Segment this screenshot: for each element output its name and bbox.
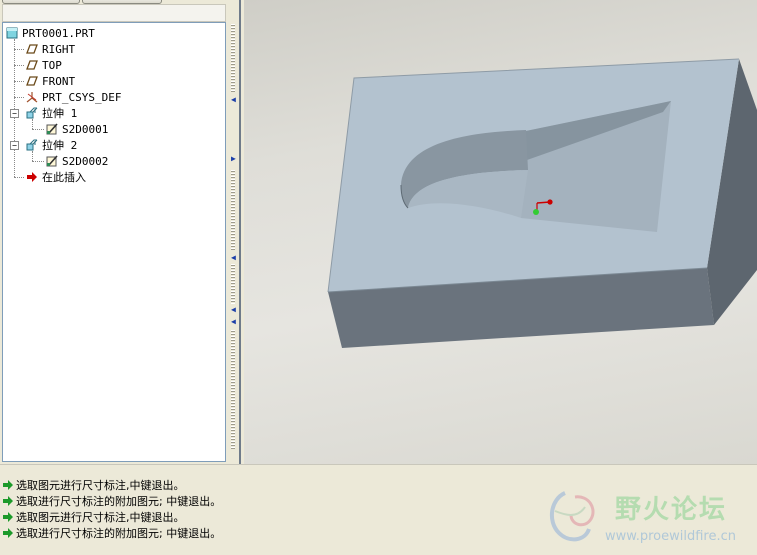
sketch-icon xyxy=(46,123,58,135)
tree-item-label: 拉伸 1 xyxy=(42,107,78,120)
watermark: 野火论坛 www.proewildfire.cn xyxy=(545,485,755,551)
message-arrow-icon xyxy=(3,480,13,490)
tree-item-label: FRONT xyxy=(42,74,76,88)
tree-item-sketch-1[interactable]: S2D0001 xyxy=(46,121,108,137)
extrude-icon xyxy=(26,139,38,151)
message-arrow-icon xyxy=(3,528,13,538)
tree-item-csys[interactable]: PRT_CSYS_DEF xyxy=(26,89,121,105)
expand-right-arrow-icon[interactable]: ▶ xyxy=(231,155,237,163)
extrude-icon xyxy=(26,107,38,119)
tree-item-label: S2D0002 xyxy=(62,154,109,168)
message-line: 选取图元进行尺寸标注,中键退出。 xyxy=(3,477,185,493)
expand-toggle-extrude-1[interactable]: − xyxy=(10,109,19,118)
splitter-grip[interactable] xyxy=(231,264,235,304)
tree-connector xyxy=(14,39,15,177)
collapse-left-arrow-icon[interactable]: ◀ xyxy=(231,318,237,326)
collapse-left-arrow-icon[interactable]: ◀ xyxy=(231,96,237,104)
panel-splitter[interactable]: ◀ ▶ ◀ ◀ ◀ xyxy=(229,0,244,464)
tree-connector xyxy=(14,97,24,98)
tree-connector xyxy=(14,49,24,50)
watermark-url: www.proewildfire.cn xyxy=(605,529,736,544)
tree-item-label: 在此插入 xyxy=(42,171,86,184)
message-line: 选取进行尺寸标注的附加图元; 中键退出。 xyxy=(3,525,221,541)
tree-connector xyxy=(32,161,44,162)
part-model[interactable] xyxy=(244,0,757,464)
tree-item-extrude-2[interactable]: 拉伸 2 xyxy=(26,137,77,153)
tree-connector xyxy=(14,81,24,82)
watermark-title: 野火论坛 xyxy=(615,495,728,525)
tree-connector xyxy=(32,129,44,130)
message-arrow-icon xyxy=(3,496,13,506)
tree-item-front[interactable]: FRONT xyxy=(26,73,75,89)
tree-connector xyxy=(14,177,24,178)
datum-plane-icon xyxy=(26,76,38,86)
tree-item-label: RIGHT xyxy=(42,42,76,56)
tree-item-label: PRT_CSYS_DEF xyxy=(42,90,122,104)
tree-item-right[interactable]: RIGHT xyxy=(26,41,75,57)
part-icon xyxy=(6,27,18,39)
model-tree-panel: − − PRT0001.PRT RIGHT TOP FRONT PRT_CSYS… xyxy=(0,0,230,464)
splitter-grip[interactable] xyxy=(231,24,235,92)
splitter-grip[interactable] xyxy=(231,330,235,450)
sketch-icon xyxy=(46,155,58,167)
datum-plane-icon xyxy=(26,60,38,70)
dimension-point xyxy=(547,199,553,205)
message-line: 选取图元进行尺寸标注,中键退出。 xyxy=(3,509,185,525)
collapse-left-arrow-icon[interactable]: ◀ xyxy=(231,254,237,262)
tree-item-sketch-2[interactable]: S2D0002 xyxy=(46,153,108,169)
coordinate-system-icon xyxy=(26,92,38,103)
collapse-left-arrow-icon[interactable]: ◀ xyxy=(231,306,237,314)
model-tree-header xyxy=(2,4,226,22)
tree-item-insert-here[interactable]: 在此插入 xyxy=(26,169,86,185)
tree-item-top[interactable]: TOP xyxy=(26,57,62,73)
message-line: 选取进行尺寸标注的附加图元; 中键退出。 xyxy=(3,493,221,509)
expand-toggle-extrude-2[interactable]: − xyxy=(10,141,19,150)
model-tree: − − PRT0001.PRT RIGHT TOP FRONT PRT_CSYS… xyxy=(2,22,226,462)
splitter-line xyxy=(239,0,241,464)
splitter-grip[interactable] xyxy=(231,170,235,250)
tree-item-label: 拉伸 2 xyxy=(42,139,78,152)
message-arrow-icon xyxy=(3,512,13,522)
csys-origin-marker xyxy=(533,209,539,215)
datum-plane-icon xyxy=(26,44,38,54)
tree-item-label: PRT0001.PRT xyxy=(22,26,95,40)
tree-item-extrude-1[interactable]: 拉伸 1 xyxy=(26,105,77,121)
insert-here-arrow-icon xyxy=(27,172,37,182)
tree-item-label: TOP xyxy=(42,58,62,72)
graphics-viewport[interactable] xyxy=(244,0,757,464)
tree-item-part[interactable]: PRT0001.PRT xyxy=(6,25,95,41)
tree-item-label: S2D0001 xyxy=(62,122,109,136)
tree-connector xyxy=(14,65,24,66)
